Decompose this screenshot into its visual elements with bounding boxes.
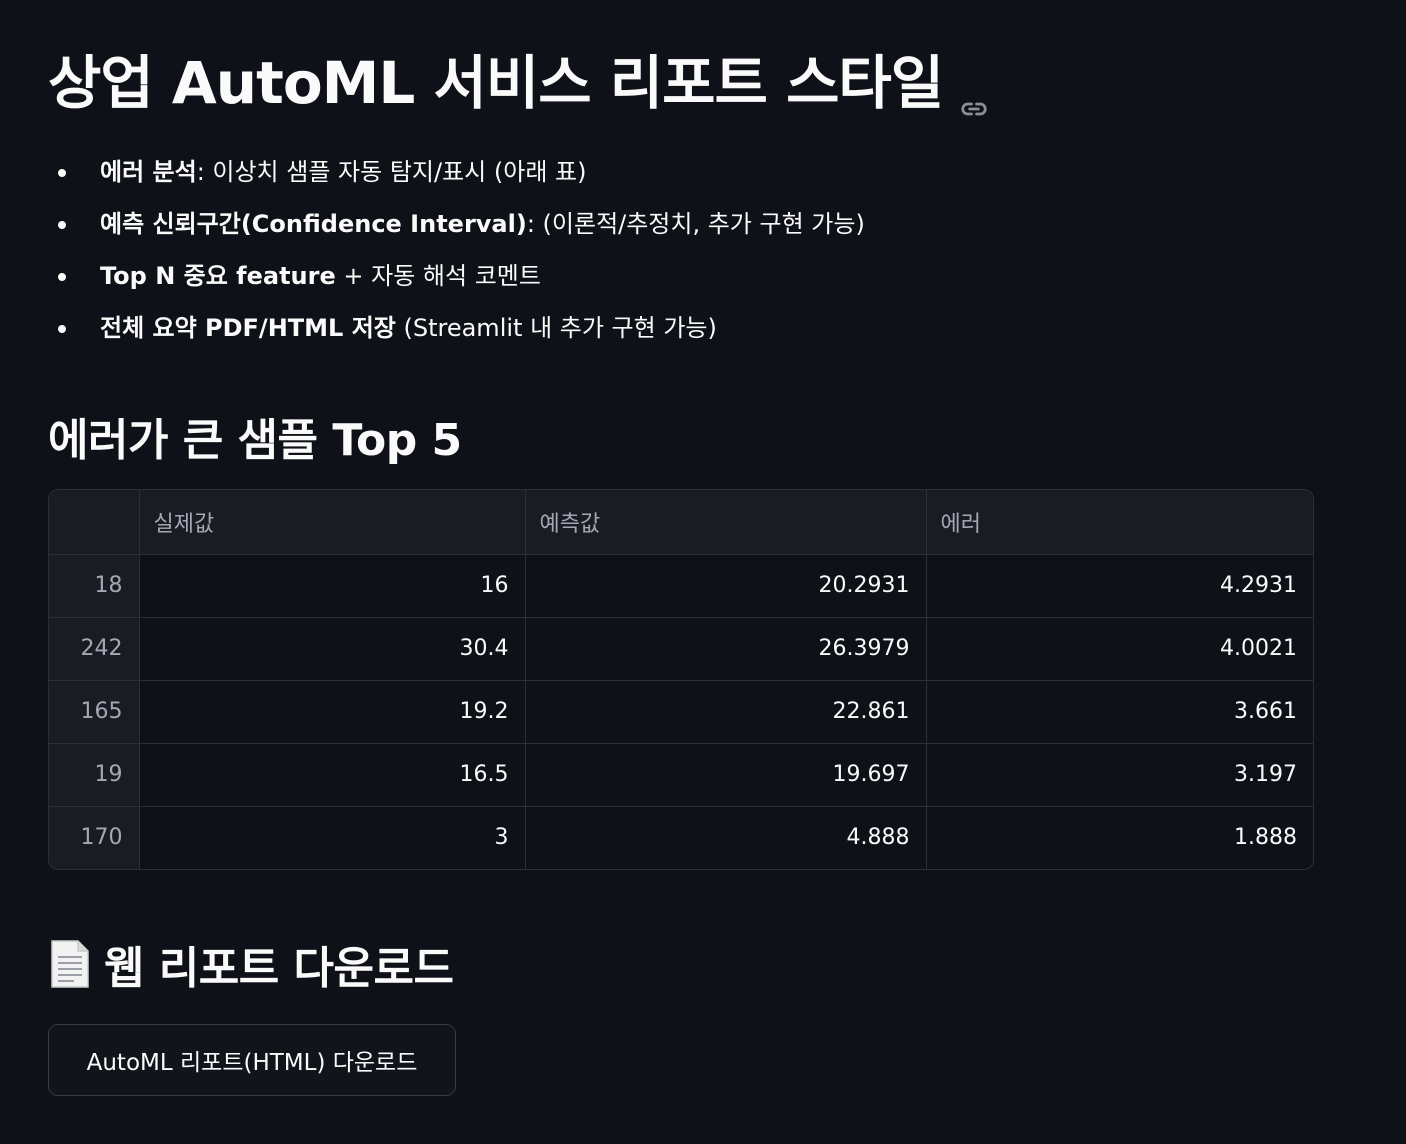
column-header-predicted[interactable]: 예측값 <box>525 490 927 555</box>
list-item-bold: 전체 요약 PDF/HTML 저장 <box>100 314 396 342</box>
row-index[interactable]: 18 <box>49 554 140 618</box>
cell-error[interactable]: 3.661 <box>926 680 1313 744</box>
document-icon <box>48 939 92 989</box>
cell-actual[interactable]: 19.2 <box>139 680 526 744</box>
cell-error[interactable]: 3.197 <box>926 743 1313 807</box>
list-item: 에러 분석: 이상치 샘플 자동 탐지/표시 (아래 표) <box>48 146 865 198</box>
column-header-index[interactable] <box>49 490 140 555</box>
list-item-bold: 에러 분석 <box>100 158 197 186</box>
list-item: 전체 요약 PDF/HTML 저장 (Streamlit 내 추가 구현 가능) <box>48 302 865 354</box>
list-item-text: + 자동 해석 코멘트 <box>335 262 541 290</box>
cell-error[interactable]: 1.888 <box>926 806 1313 869</box>
page-title-text: 상업 AutoML 서비스 리포트 스타일 <box>48 49 944 117</box>
cell-predicted[interactable]: 4.888 <box>525 806 927 869</box>
error-table[interactable]: 실제값 예측값 에러 18 16 20.2931 4.2931 242 30.4… <box>48 489 1314 870</box>
table-row: 170 3 4.888 1.888 <box>49 806 1313 869</box>
list-item-text: (Streamlit 내 추가 구현 가능) <box>395 314 717 342</box>
list-item-text: : (이론적/추정치, 추가 구현 가능) <box>526 210 865 238</box>
link-icon[interactable] <box>959 70 989 116</box>
table-row: 19 16.5 19.697 3.197 <box>49 743 1313 807</box>
cell-predicted[interactable]: 19.697 <box>525 743 927 807</box>
table-row: 165 19.2 22.861 3.661 <box>49 680 1313 744</box>
table-row: 242 30.4 26.3979 4.0021 <box>49 617 1313 681</box>
row-index[interactable]: 165 <box>49 680 140 744</box>
list-item: 예측 신뢰구간(Confidence Interval): (이론적/추정치, … <box>48 198 865 250</box>
page-title: 상업 AutoML 서비스 리포트 스타일 <box>48 36 989 120</box>
cell-actual[interactable]: 30.4 <box>139 617 526 681</box>
cell-error[interactable]: 4.2931 <box>926 554 1313 618</box>
list-item-bold: 예측 신뢰구간(Confidence Interval) <box>100 210 527 238</box>
cell-predicted[interactable]: 26.3979 <box>525 617 927 681</box>
cell-actual[interactable]: 16 <box>139 554 526 618</box>
list-item-text: : 이상치 샘플 자동 탐지/표시 (아래 표) <box>196 158 587 186</box>
cell-predicted[interactable]: 20.2931 <box>525 554 927 618</box>
cell-error[interactable]: 4.0021 <box>926 617 1313 681</box>
download-report-button[interactable]: AutoML 리포트(HTML) 다운로드 <box>48 1024 456 1096</box>
row-index[interactable]: 170 <box>49 806 140 869</box>
download-heading-text: 웹 리포트 다운로드 <box>104 943 454 994</box>
table-row: 18 16 20.2931 4.2931 <box>49 554 1313 618</box>
feature-list: 에러 분석: 이상치 샘플 자동 탐지/표시 (아래 표) 예측 신뢰구간(Co… <box>48 146 865 354</box>
list-item: Top N 중요 feature + 자동 해석 코멘트 <box>48 250 865 302</box>
column-header-actual[interactable]: 실제값 <box>139 490 526 555</box>
row-index[interactable]: 19 <box>49 743 140 807</box>
download-heading: 웹 리포트 다운로드 <box>48 932 454 996</box>
cell-predicted[interactable]: 22.861 <box>525 680 927 744</box>
cell-actual[interactable]: 3 <box>139 806 526 869</box>
cell-actual[interactable]: 16.5 <box>139 743 526 807</box>
list-item-bold: Top N 중요 feature <box>100 262 336 290</box>
column-header-error[interactable]: 에러 <box>926 490 1313 555</box>
table-header-row: 실제값 예측값 에러 <box>49 490 1313 555</box>
top-errors-heading: 에러가 큰 샘플 Top 5 <box>48 415 462 466</box>
row-index[interactable]: 242 <box>49 617 140 681</box>
